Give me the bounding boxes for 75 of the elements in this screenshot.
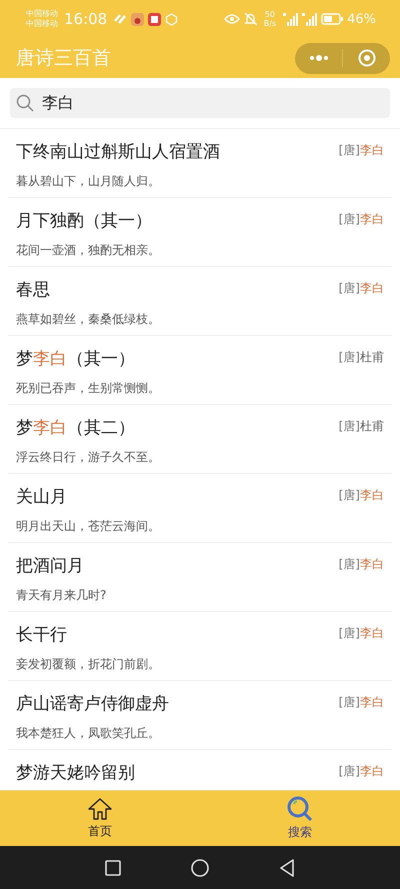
poem-title: 把酒问月 [16, 555, 84, 577]
poem-title: 长干行 [16, 624, 67, 646]
app-notification-icon [131, 12, 144, 26]
poem-line: 燕草如碧丝，秦桑低绿枝。 [16, 311, 161, 328]
hexagon-icon [165, 12, 178, 26]
poem-title: 下终南山过斛斯山人宿置酒 [16, 141, 220, 163]
poem-item[interactable]: 把酒问月 [唐]李白 青天有月来几时? [8, 543, 392, 612]
poem-title: 春思 [16, 279, 50, 301]
poem-author: 李白 [360, 488, 384, 502]
tab[interactable]: 搜索 [200, 791, 400, 846]
poem-dynasty: [唐] [338, 419, 360, 433]
poem-title: 梦李白（其一） [16, 348, 135, 370]
poem-line: 花间一壶酒，独酌无相亲。 [16, 242, 161, 259]
poem-dynasty: [唐] [338, 143, 360, 157]
more-icon [308, 55, 328, 61]
poem-item[interactable]: 春思 [唐]李白 燕草如碧丝，秦桑低绿枝。 [8, 267, 392, 336]
circle-icon [191, 858, 209, 876]
poem-title: 梦李白（其二） [16, 417, 135, 439]
poem-author: 李白 [360, 281, 384, 295]
network-speed: B/s [264, 19, 276, 28]
poem-author: 李白 [360, 764, 384, 778]
carrier-name: 中国移动 [26, 19, 58, 29]
search-icon [16, 94, 34, 112]
poem-item[interactable]: 关山月 [唐]李白 明月出天山，苍茫云海间。 [8, 474, 392, 543]
poem-line: 明月出天山，苍茫云海间。 [16, 518, 161, 535]
book-icon [148, 12, 162, 26]
signal-icon [302, 12, 318, 26]
muted-bell-icon [244, 12, 257, 26]
target-icon [358, 49, 376, 67]
network-speed: 50 [264, 10, 275, 19]
poem-dynasty: [唐] [338, 350, 360, 364]
signal-icon [283, 12, 298, 26]
poem-line: 暮从碧山下，山月随人归。 [16, 173, 161, 190]
poem-line: 浮云终日行，游子久不至。 [16, 449, 161, 466]
back-icon [279, 858, 295, 876]
poem-author: 李白 [360, 695, 384, 709]
app-notification-icon [113, 13, 128, 25]
poem-author: 杜甫 [360, 350, 384, 364]
poem-dynasty: [唐] [338, 626, 360, 640]
poem-author: 杜甫 [360, 419, 384, 433]
square-icon [105, 860, 121, 876]
poem-author: 李白 [360, 212, 384, 226]
poem-item[interactable]: 月下独酌（其一） [唐]李白 花间一壶酒，独酌无相亲。 [8, 198, 392, 267]
poem-item[interactable]: 梦李白（其二） [唐]杜甫 浮云终日行，游子久不至。 [8, 405, 392, 474]
tab[interactable]: 首页 [0, 791, 200, 846]
battery-icon [321, 13, 344, 25]
poem-line: 死别已吞声，生别常恻恻。 [16, 380, 161, 397]
poem-item[interactable]: 下终南山过斛斯山人宿置酒 [唐]李白 暮从碧山下，山月随人归。 [8, 129, 392, 198]
poem-dynasty: [唐] [338, 281, 360, 295]
poem-dynasty: [唐] [338, 764, 360, 778]
poem-title: 梦游天姥吟留别 [16, 762, 135, 784]
poem-author: 李白 [360, 557, 384, 571]
poem-title: 庐山谣寄卢侍御虚舟 [16, 693, 169, 715]
poem-title: 关山月 [16, 486, 67, 508]
status-time: 16:08 [64, 10, 108, 28]
search-icon [286, 796, 314, 822]
search-field[interactable]: 李白 [10, 88, 390, 118]
poem-dynasty: [唐] [338, 557, 360, 571]
poem-title: 月下独酌（其一） [16, 210, 152, 232]
poem-item[interactable]: 梦李白（其一） [唐]杜甫 死别已吞声，生别常恻恻。 [8, 336, 392, 405]
eye-icon [224, 13, 240, 25]
poem-line: 青天有月来几时? [16, 587, 108, 604]
poem-dynasty: [唐] [338, 488, 360, 502]
poem-dynasty: [唐] [338, 695, 360, 709]
poem-dynasty: [唐] [338, 212, 360, 226]
poem-item[interactable]: 庐山谣寄卢侍御虚舟 [唐]李白 我本楚狂人，凤歌笑孔丘。 [8, 681, 392, 750]
battery-percent: 46% [347, 12, 376, 26]
poem-author: 李白 [360, 143, 384, 157]
poem-line: 我本楚狂人，凤歌笑孔丘。 [16, 725, 161, 742]
poem-line: 妾发初覆额，折花门前剧。 [16, 656, 161, 673]
carrier-name: 中国移动 [26, 9, 58, 19]
poem-item[interactable]: 长干行 [唐]李白 妾发初覆额，折花门前剧。 [8, 612, 392, 681]
home-icon [87, 797, 113, 821]
page-title: 唐诗三百首 [16, 46, 111, 71]
poem-author: 李白 [360, 626, 384, 640]
